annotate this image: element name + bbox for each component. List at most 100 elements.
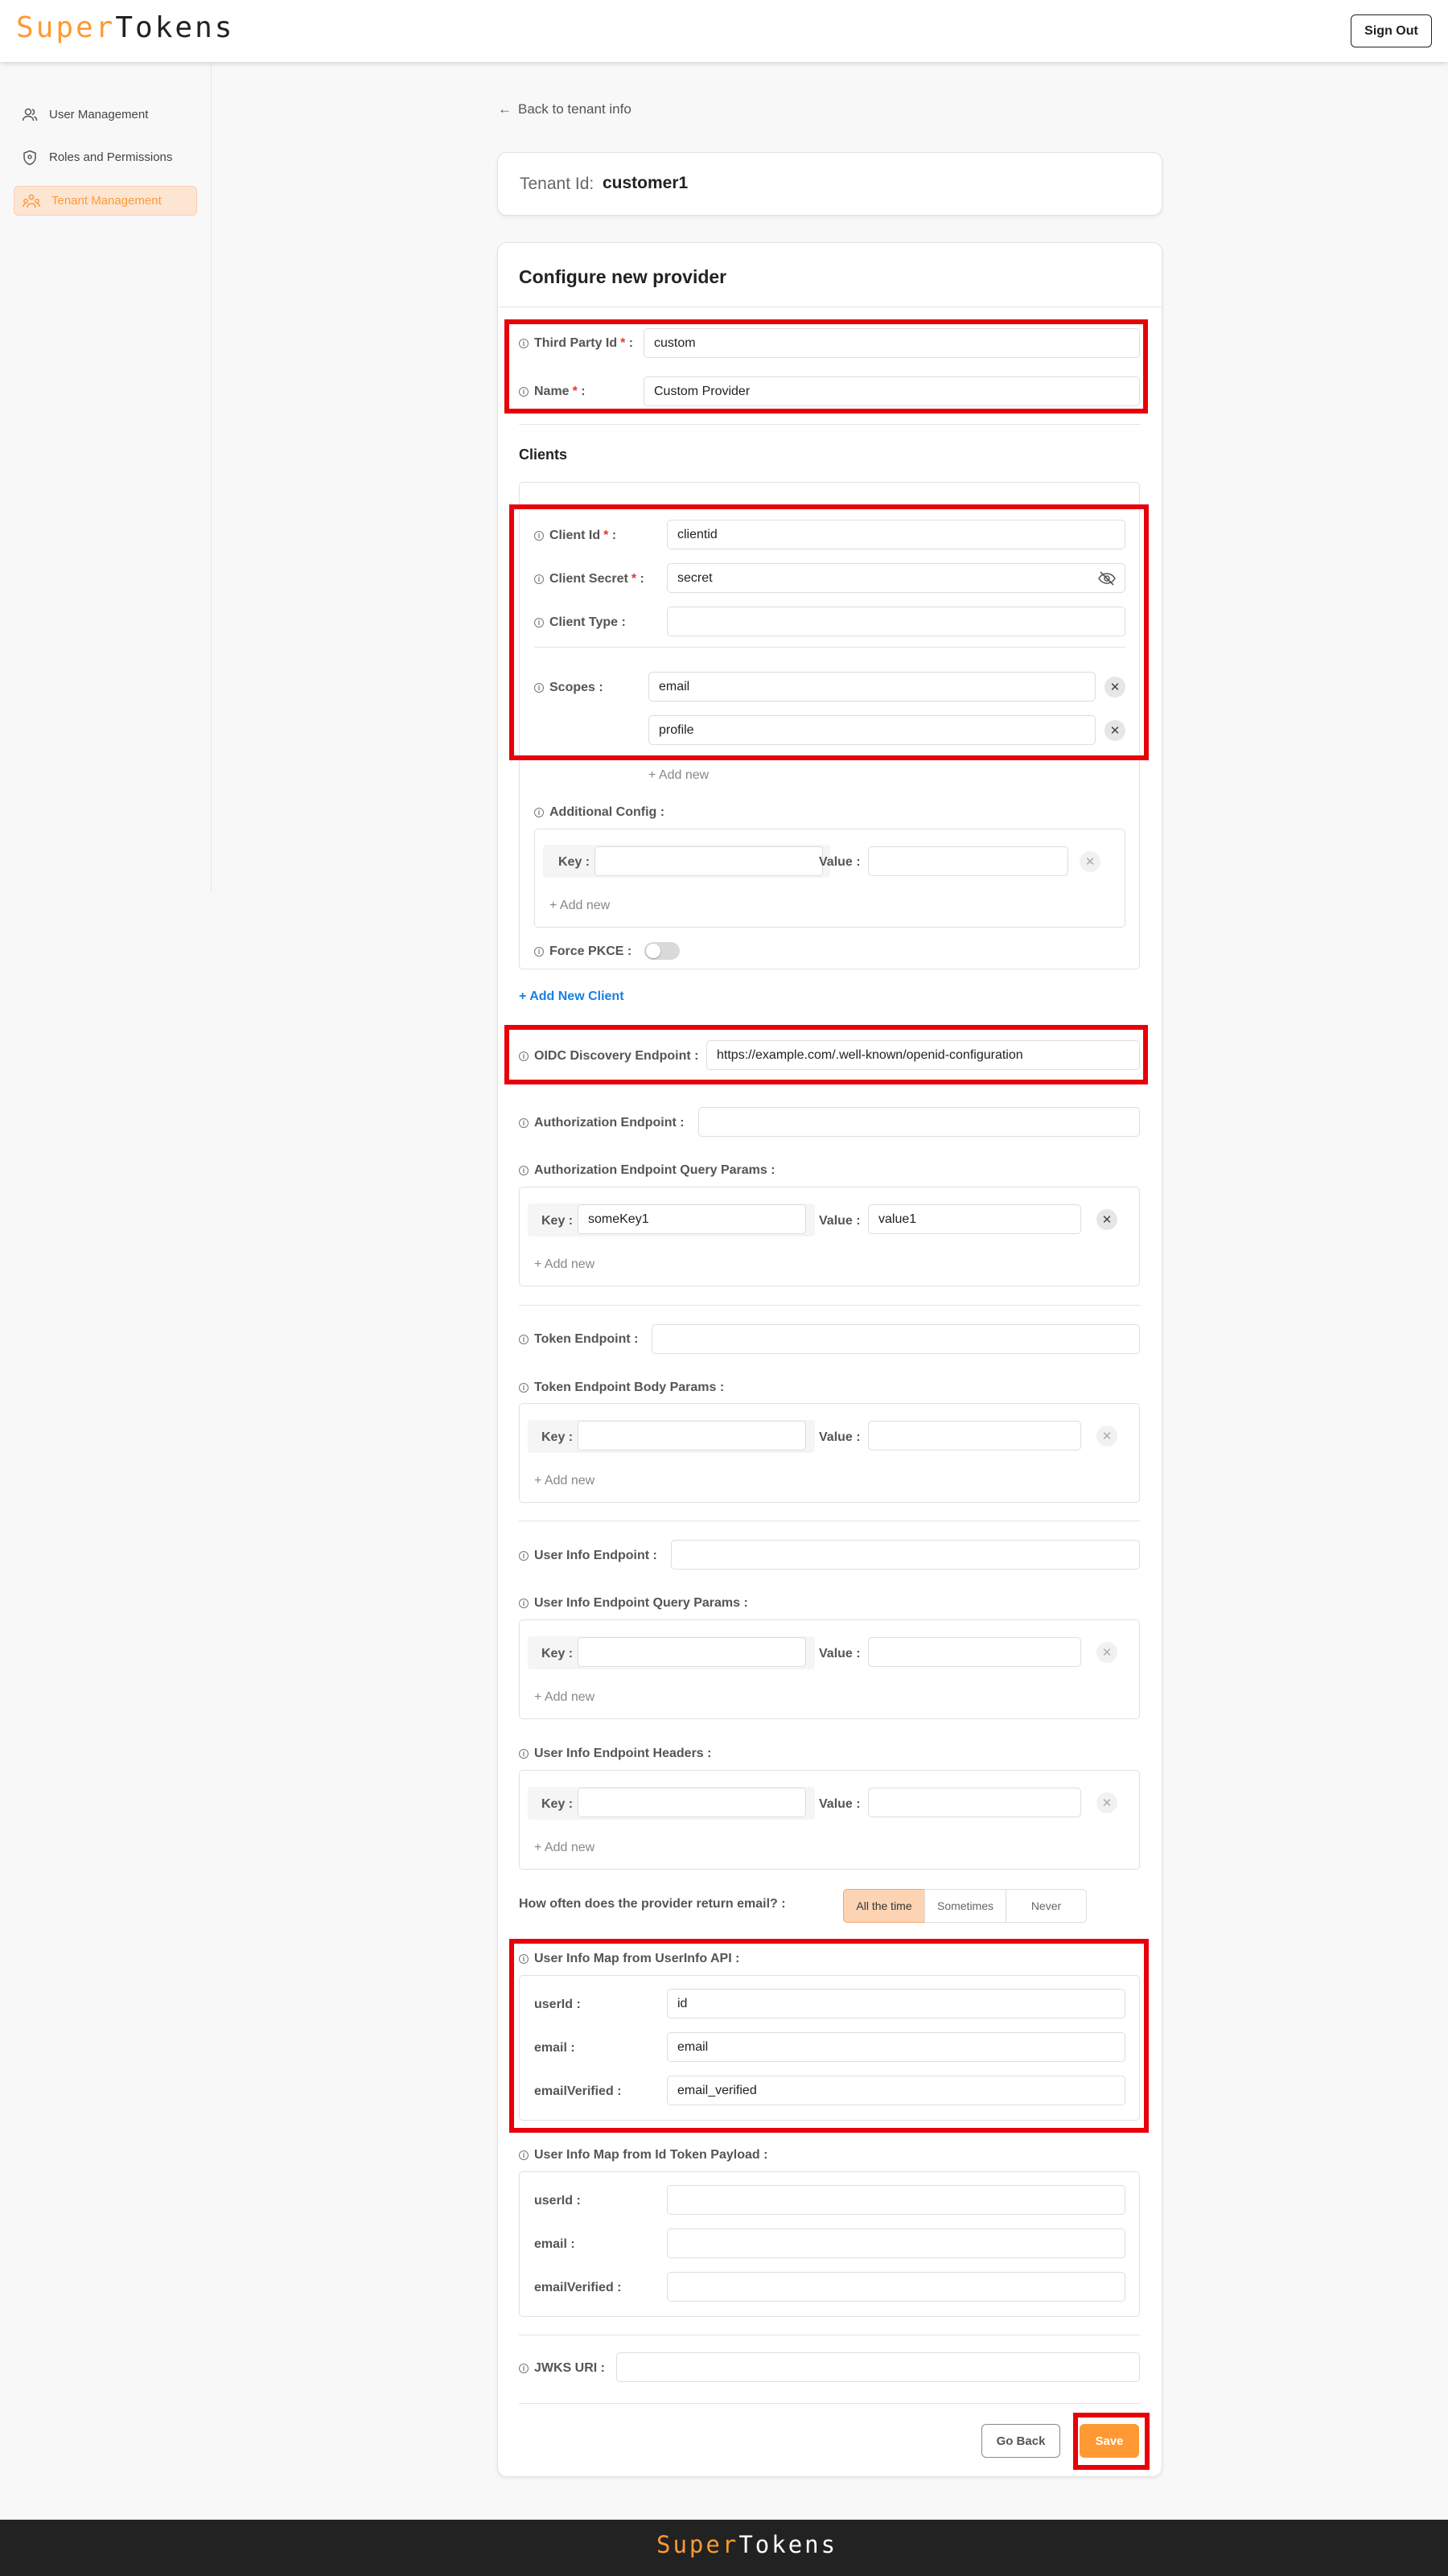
- auth-param-key-input[interactable]: someKey1: [578, 1204, 806, 1234]
- email-frequency-never[interactable]: Never: [1006, 1889, 1087, 1923]
- value-label: Value :: [819, 1430, 861, 1444]
- authorization-endpoint-input[interactable]: [698, 1107, 1140, 1137]
- token-body-params-label: i Token Endpoint Body Params :: [519, 1381, 724, 1395]
- sidebar-item-roles-permissions[interactable]: Roles and Permissions: [14, 142, 197, 172]
- user-info-endpoint-input[interactable]: [671, 1540, 1140, 1570]
- additional-config-label: i Additional Config :: [534, 805, 664, 820]
- jwks-uri-label: i JWKS URI :: [519, 2361, 605, 2376]
- name-label: i Name * :: [519, 385, 586, 399]
- info-icon: i: [534, 808, 544, 817]
- userinfo-userid-input[interactable]: id: [667, 1989, 1125, 2018]
- remove-token-param-button[interactable]: ✕: [1096, 1426, 1117, 1446]
- auth-param-value-input[interactable]: value1: [868, 1204, 1081, 1234]
- users-icon: [22, 108, 38, 121]
- idtoken-email-input[interactable]: [667, 2228, 1125, 2258]
- email-frequency-sometimes[interactable]: Sometimes: [924, 1889, 1006, 1923]
- user-info-header-value-input[interactable]: [868, 1788, 1081, 1817]
- value-label: Value :: [819, 1647, 861, 1660]
- client-secret-input[interactable]: secret: [667, 563, 1125, 593]
- user-info-headers-box: [519, 1770, 1140, 1870]
- user-info-query-value-input[interactable]: [868, 1637, 1081, 1667]
- close-icon: ✕: [1101, 1430, 1113, 1443]
- tenant-id-label: Tenant Id:: [520, 175, 594, 193]
- user-info-query-params-box: [519, 1619, 1140, 1719]
- token-param-value-input[interactable]: [868, 1421, 1081, 1451]
- remove-scope-button[interactable]: ✕: [1105, 677, 1125, 697]
- remove-user-info-header-button[interactable]: ✕: [1096, 1792, 1117, 1813]
- close-icon: ✕: [1109, 681, 1121, 694]
- remove-scope-button[interactable]: ✕: [1105, 720, 1125, 741]
- add-scope-button[interactable]: + Add new: [648, 768, 709, 783]
- token-body-params-box: [519, 1403, 1140, 1503]
- info-icon: i: [519, 1954, 529, 1964]
- close-icon: ✕: [1084, 855, 1096, 869]
- scope-input-email[interactable]: email: [648, 672, 1096, 702]
- user-info-endpoint-label: i User Info Endpoint :: [519, 1549, 657, 1563]
- client-type-label: i Client Type :: [534, 615, 626, 630]
- email-frequency-all-the-time[interactable]: All the time: [843, 1889, 925, 1923]
- divider: [519, 1305, 1141, 1306]
- scope-input-profile[interactable]: profile: [648, 715, 1096, 745]
- token-endpoint-label: i Token Endpoint :: [519, 1332, 638, 1347]
- force-pkce-toggle[interactable]: [644, 942, 680, 960]
- back-to-tenant-info-link[interactable]: ← Back to tenant info: [498, 101, 631, 117]
- info-icon: i: [519, 1599, 529, 1608]
- additional-config-value-input[interactable]: [868, 846, 1068, 876]
- client-id-input[interactable]: clientid: [667, 520, 1125, 549]
- token-param-key-input[interactable]: [578, 1421, 806, 1451]
- jwks-uri-input[interactable]: [616, 2352, 1140, 2382]
- key-label: Key :: [541, 1430, 574, 1444]
- third-party-id-input[interactable]: custom: [644, 328, 1140, 358]
- save-button[interactable]: Save: [1080, 2424, 1139, 2458]
- sidebar-item-label: User Management: [49, 108, 149, 121]
- tenant-id-card: Tenant Id: customer1: [497, 152, 1162, 216]
- name-input[interactable]: Custom Provider: [644, 377, 1140, 406]
- add-user-info-header-button[interactable]: + Add new: [534, 1841, 594, 1855]
- map-userid-label: userId :: [534, 1998, 581, 2011]
- arrow-left-icon: ←: [498, 101, 512, 117]
- shield-icon: [23, 150, 36, 165]
- sidebar-item-user-management[interactable]: User Management: [14, 100, 197, 130]
- remove-auth-param-button[interactable]: ✕: [1096, 1209, 1117, 1230]
- remove-config-button[interactable]: ✕: [1080, 851, 1100, 872]
- add-token-param-button[interactable]: + Add new: [534, 1474, 594, 1488]
- additional-config-box: [534, 829, 1125, 928]
- info-icon: i: [519, 2364, 529, 2373]
- add-new-client-button[interactable]: + Add New Client: [519, 990, 624, 1004]
- add-config-button[interactable]: + Add new: [549, 899, 610, 913]
- client-type-input[interactable]: [667, 607, 1125, 636]
- sign-out-button[interactable]: Sign Out: [1351, 14, 1432, 47]
- userinfo-map-label: i User Info Map from UserInfo API :: [519, 1952, 739, 1966]
- add-auth-param-button[interactable]: + Add new: [534, 1257, 594, 1272]
- authorization-endpoint-label: i Authorization Endpoint :: [519, 1116, 685, 1130]
- add-user-info-query-button[interactable]: + Add new: [534, 1690, 594, 1705]
- tenant-icon: [23, 194, 40, 208]
- oidc-discovery-input[interactable]: https://example.com/.well-known/openid-c…: [706, 1040, 1140, 1070]
- info-icon: i: [519, 2150, 529, 2160]
- idtoken-userid-input[interactable]: [667, 2185, 1125, 2215]
- key-label: Key :: [558, 855, 590, 869]
- idtoken-emailverified-input[interactable]: [667, 2272, 1125, 2302]
- divider: [519, 1520, 1141, 1521]
- userinfo-emailverified-input[interactable]: email_verified: [667, 2076, 1125, 2105]
- go-back-button[interactable]: Go Back: [981, 2424, 1060, 2458]
- oidc-discovery-label: i OIDC Discovery Endpoint :: [519, 1049, 698, 1064]
- map-emailverified-label: emailVerified :: [534, 2281, 622, 2294]
- force-pkce-label: i Force PKCE :: [534, 944, 631, 959]
- user-info-query-key-input[interactable]: [578, 1637, 806, 1667]
- client-secret-label: i Client Secret * :: [534, 572, 644, 586]
- info-icon: i: [534, 947, 544, 957]
- token-endpoint-input[interactable]: [652, 1324, 1140, 1354]
- divider: [519, 2403, 1141, 2404]
- sidebar-item-tenant-management[interactable]: Tenant Management: [14, 186, 197, 216]
- clients-heading: Clients: [519, 446, 568, 463]
- close-icon: ✕: [1101, 1213, 1113, 1227]
- map-userid-label: userId :: [534, 2194, 581, 2208]
- info-icon: i: [534, 683, 544, 693]
- info-icon: i: [519, 1551, 529, 1561]
- user-info-header-key-input[interactable]: [578, 1788, 806, 1817]
- additional-config-key-input[interactable]: [594, 846, 823, 876]
- remove-user-info-query-button[interactable]: ✕: [1096, 1642, 1117, 1663]
- userinfo-email-input[interactable]: email: [667, 2032, 1125, 2062]
- eye-slash-icon[interactable]: [1098, 571, 1116, 586]
